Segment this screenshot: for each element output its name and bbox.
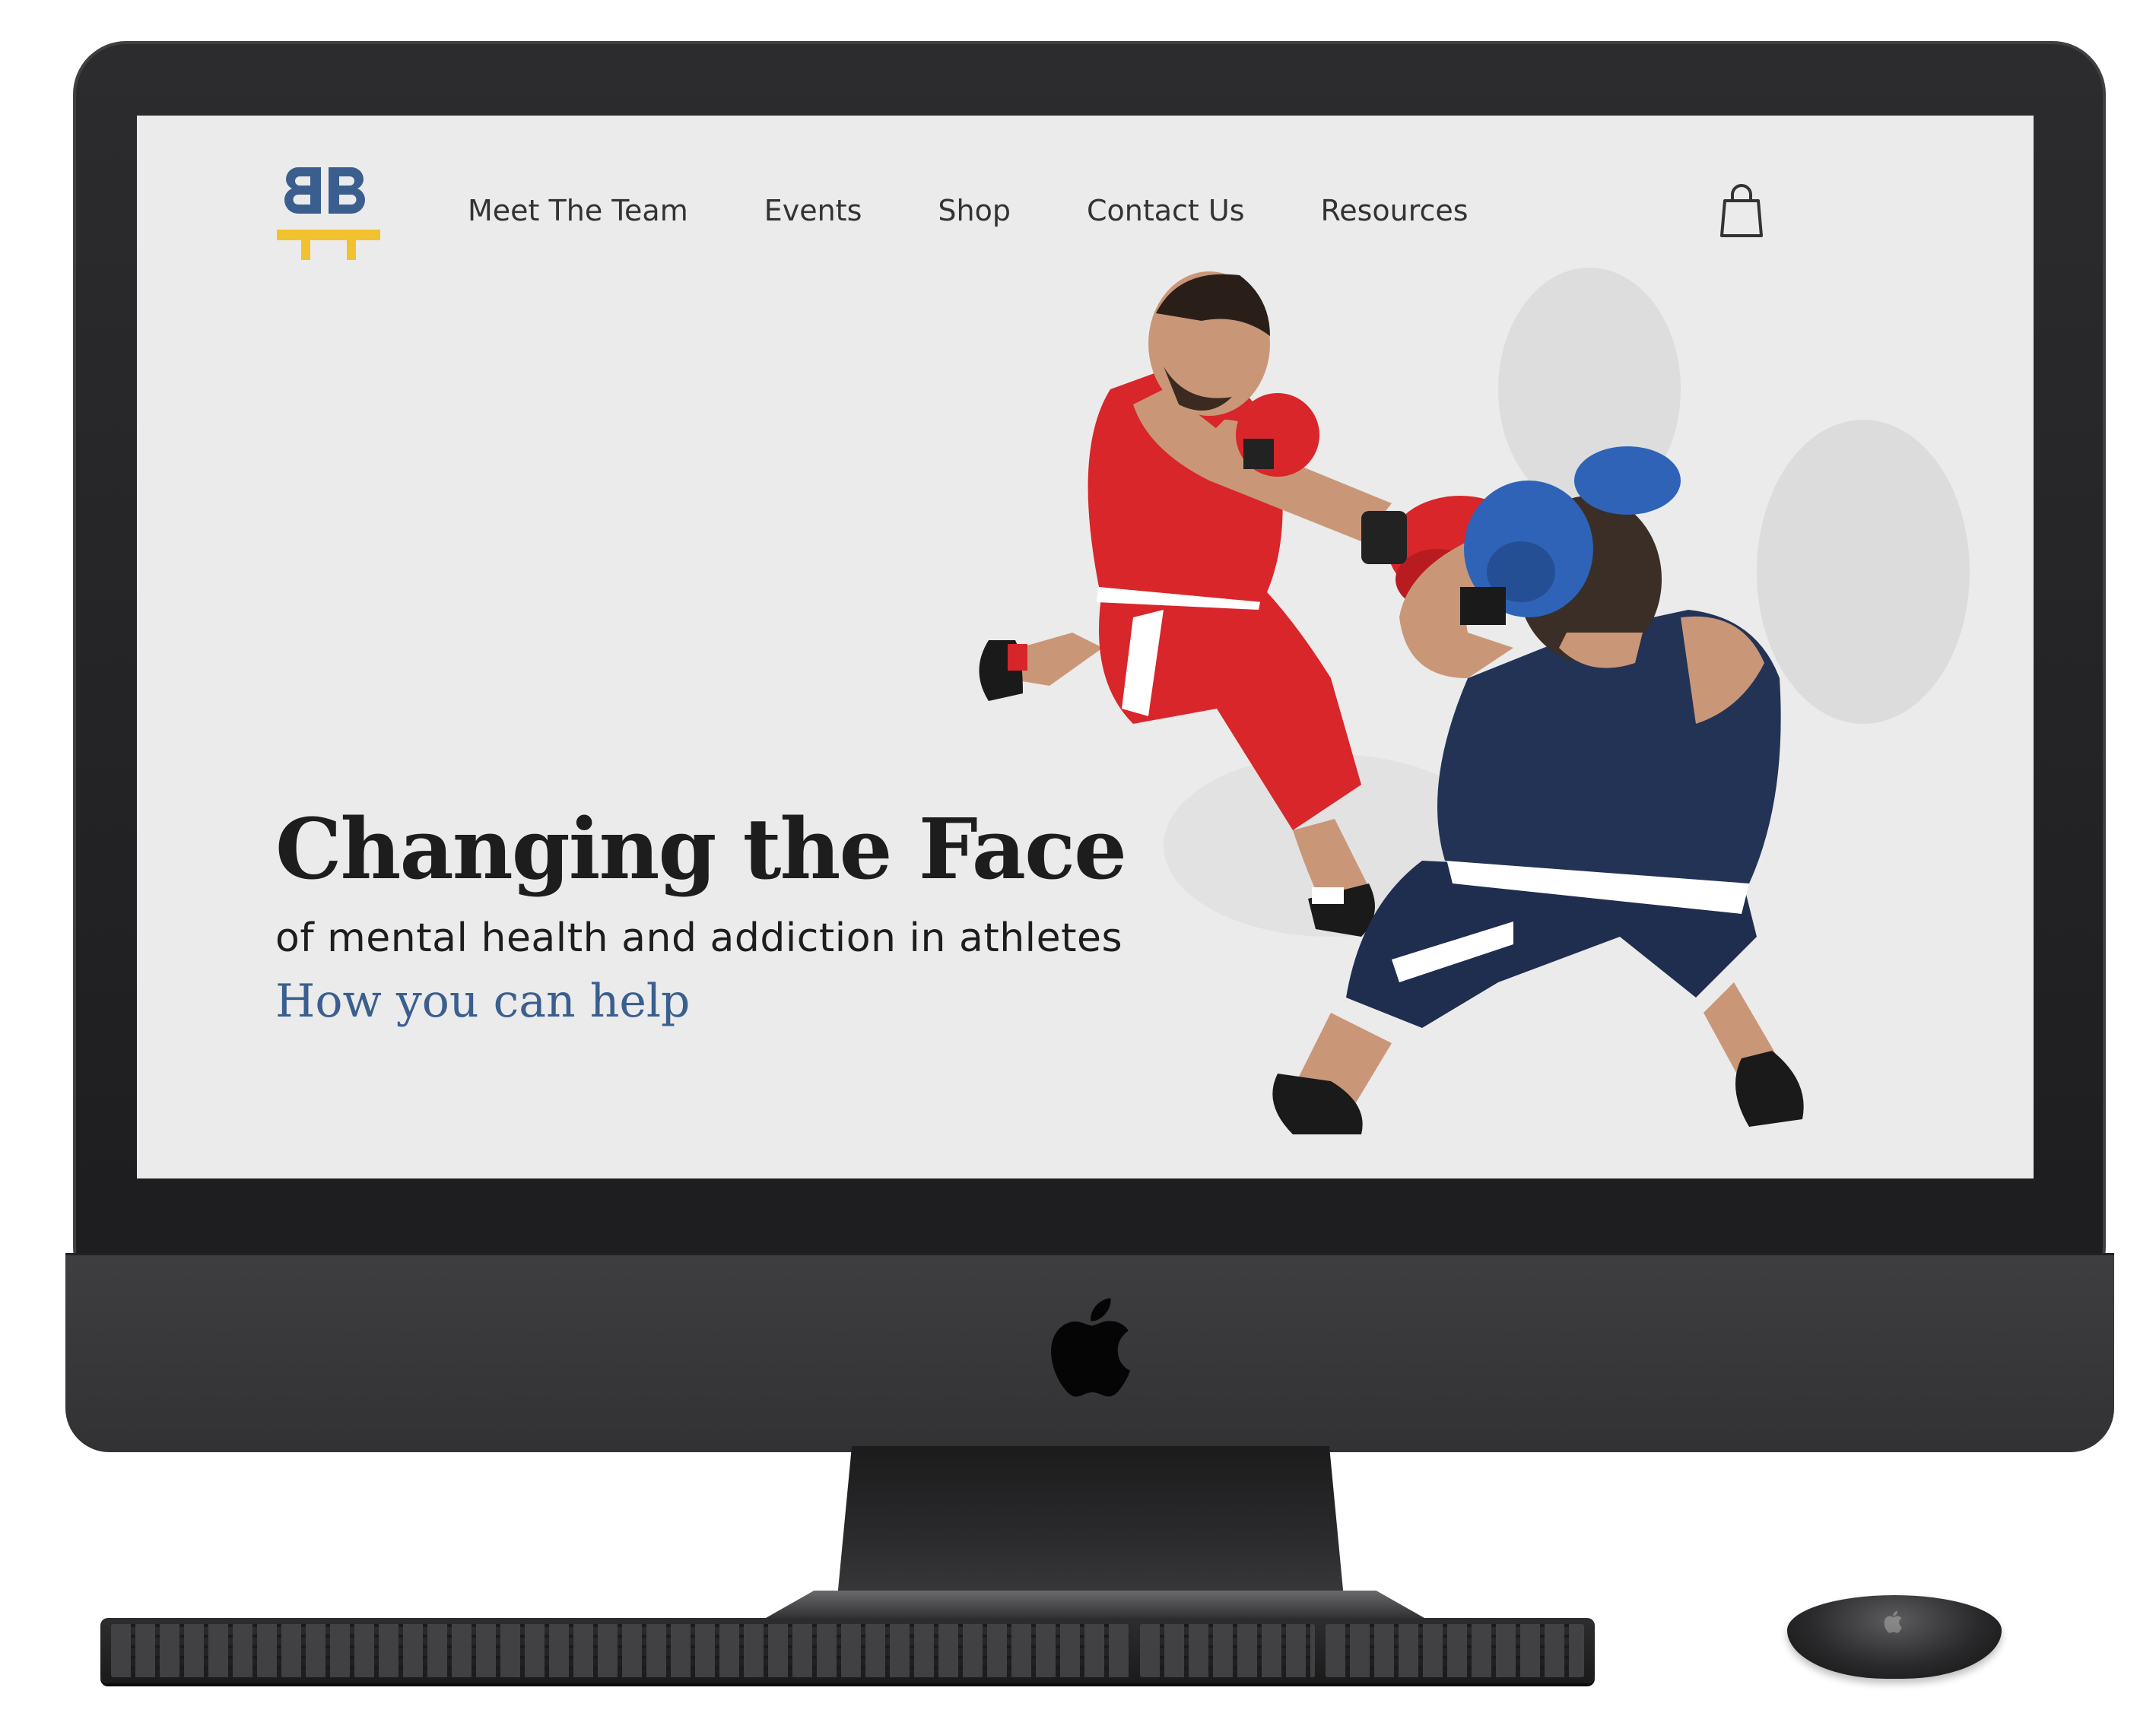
hero-cta-link[interactable]: How you can help (275, 975, 690, 1028)
website-screen: Meet The Team Events Shop Contact Us Res… (137, 116, 2034, 1178)
mouse-apple-logo-icon (1884, 1610, 1902, 1633)
nav-resources[interactable]: Resources (1321, 194, 1469, 227)
imac-stand (837, 1446, 1345, 1606)
keyboard-nav-keys (1140, 1624, 1315, 1677)
apple-logo-icon (1051, 1298, 1130, 1397)
keyboard (100, 1618, 1595, 1683)
hero-title: Changing the Face (275, 800, 1127, 898)
chin-seam (65, 1253, 2114, 1255)
nav-contact-us[interactable]: Contact Us (1087, 194, 1245, 227)
boxers-sparring-photo (979, 268, 1970, 1134)
site-logo[interactable] (275, 161, 382, 262)
main-nav: Meet The Team Events Shop Contact Us Res… (468, 194, 1469, 227)
keyboard-numpad-keys (1326, 1624, 1584, 1677)
nav-shop[interactable]: Shop (938, 194, 1011, 227)
nav-meet-the-team[interactable]: Meet The Team (468, 194, 688, 227)
imac-stand-base (760, 1591, 1430, 1621)
nav-events[interactable]: Events (764, 194, 862, 227)
keyboard-main-keys (111, 1624, 1129, 1677)
shopping-bag-icon[interactable] (1719, 184, 1764, 239)
hero-subtitle: of mental health and addiction in athlet… (275, 915, 1123, 961)
magic-mouse (1787, 1595, 2002, 1679)
